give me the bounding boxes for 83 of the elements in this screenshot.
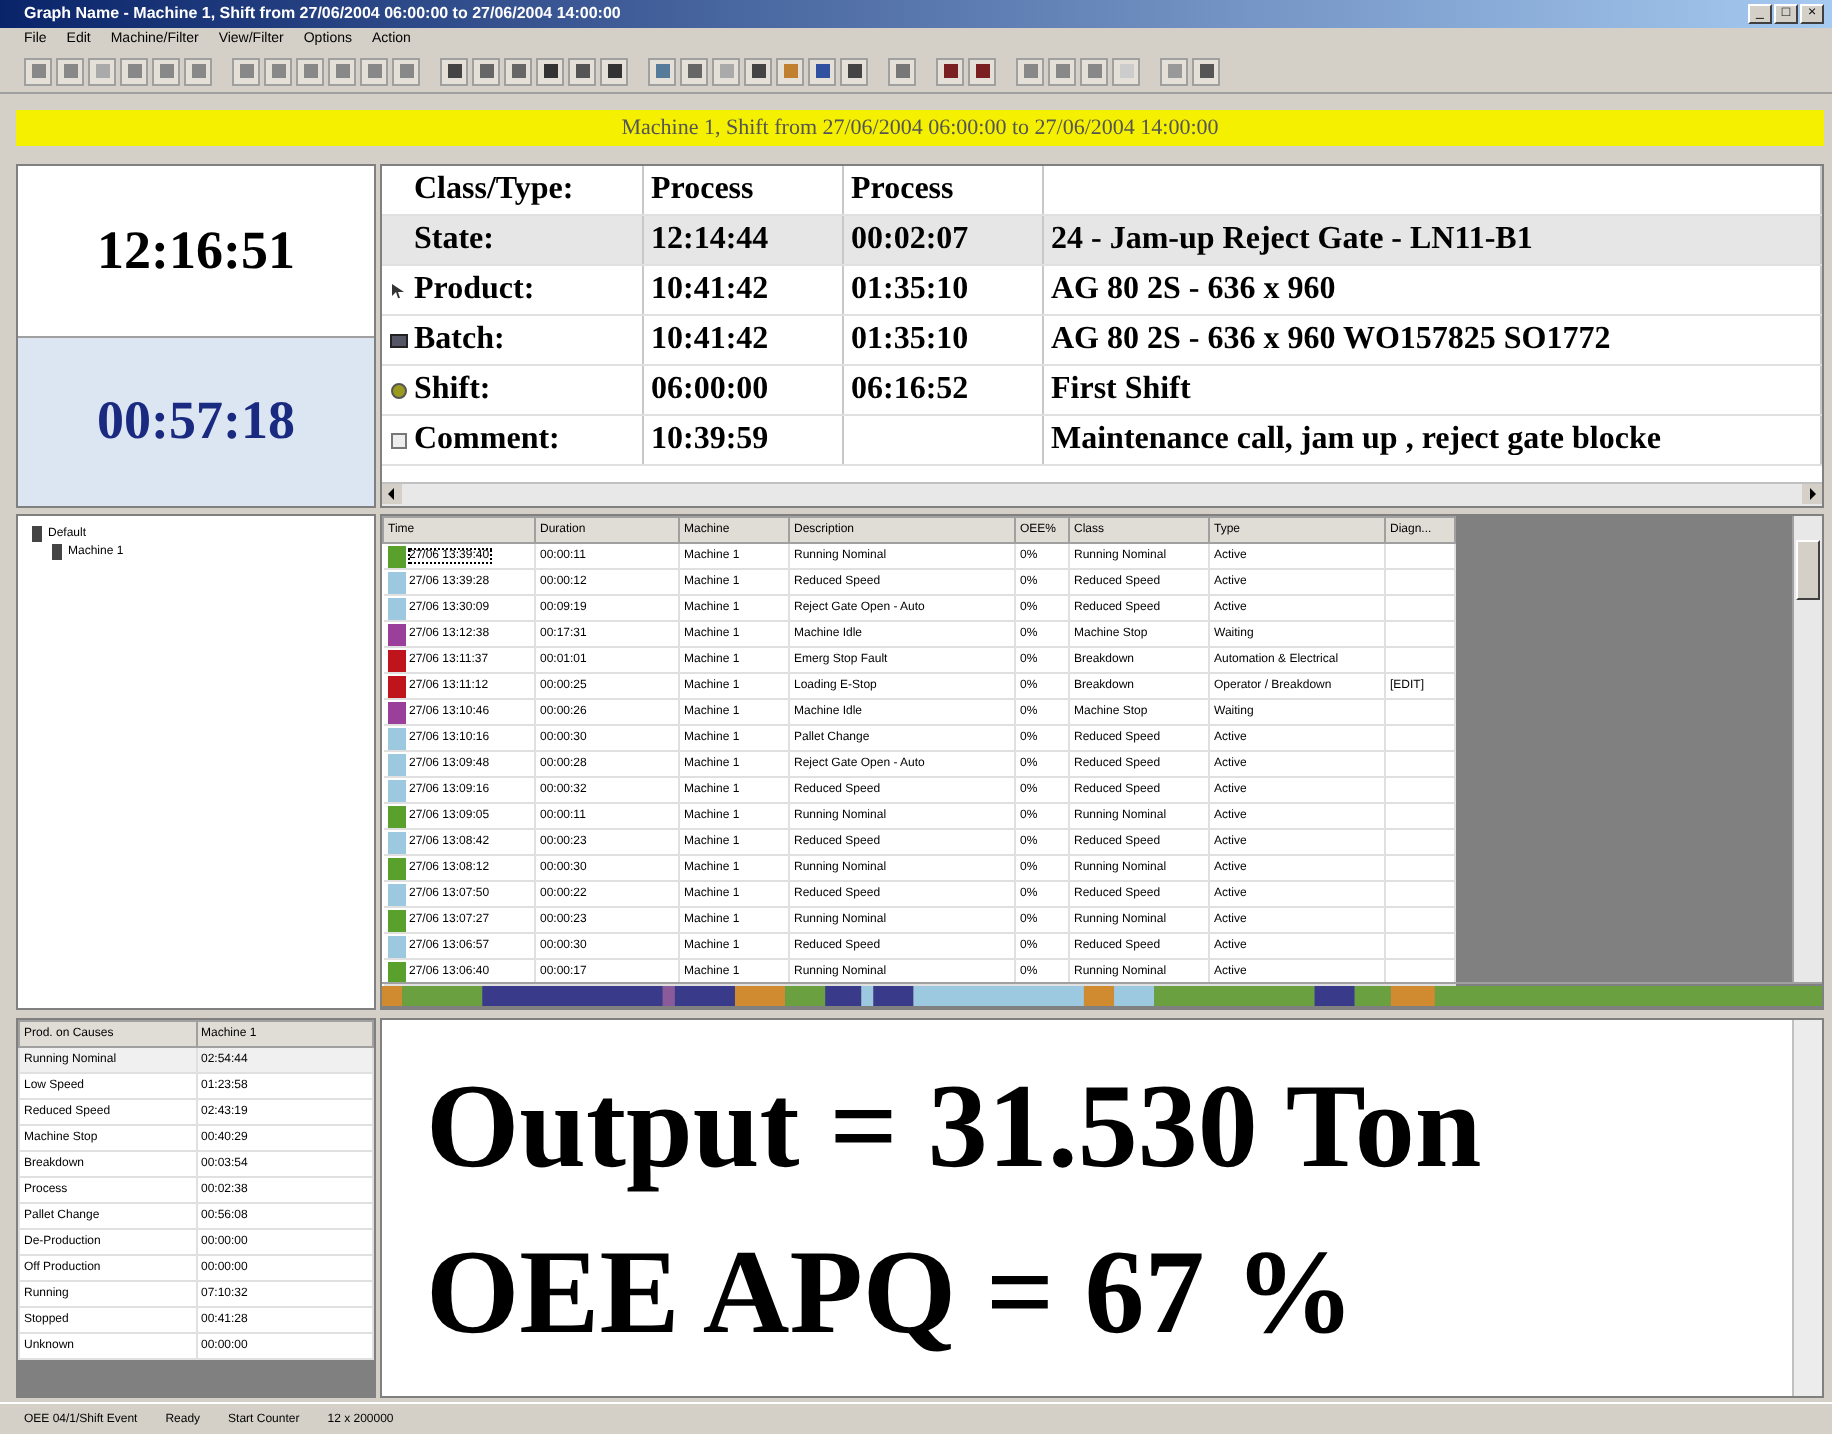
square-icon [93, 62, 111, 81]
table-cell: 24 - Jam-up Reject Gate - LN11-B1 [1051, 222, 1533, 257]
square-icon [973, 62, 991, 81]
toolbar-button[interactable] [1192, 57, 1220, 86]
column-header: Process [851, 172, 954, 207]
toolbar-button[interactable] [472, 57, 500, 86]
shift-title: Machine 1, Shift from 27/06/2004 06:00:00 to 27/06/2004 14:00:00 [621, 116, 1219, 141]
table-cell: 06:00:00 [651, 372, 769, 407]
table-cell: 12:14:44 [651, 222, 769, 257]
scroll-left-icon[interactable] [382, 484, 402, 505]
table-cell: 01:35:10 [851, 322, 969, 357]
toolbar-button[interactable] [808, 57, 836, 86]
square-icon [781, 62, 799, 81]
square-icon [365, 62, 383, 81]
toolbar-button[interactable] [568, 57, 596, 86]
square-icon [509, 62, 527, 81]
table-cell: 10:41:42 [651, 272, 769, 307]
toolbar-button[interactable] [536, 57, 564, 86]
toolbar-button[interactable] [440, 57, 468, 86]
window-title: Graph Name - Machine 1, Shift from 27/06/2004 06:00:00 to 27/06/2004 14:00:00 [24, 4, 623, 23]
circle-icon [390, 381, 408, 400]
square-icon [541, 62, 559, 81]
row-label: Comment: [414, 422, 560, 459]
square-icon [29, 62, 47, 81]
square-icon [685, 62, 703, 81]
square-icon [717, 62, 735, 81]
square-icon [941, 62, 959, 81]
table-cell: 00:02:07 [851, 222, 969, 257]
table-cell: AG 80 2S - 636 x 960 WO157825 SO1772 [1051, 322, 1611, 357]
square-icon [573, 62, 591, 81]
square-icon [653, 62, 671, 81]
clock-time: 12:16:51 [97, 219, 295, 282]
square-icon [333, 62, 351, 81]
square-icon [749, 62, 767, 81]
row-label: Batch: [414, 322, 505, 359]
output-reading: OEE APQ = 67 % [426, 1225, 1355, 1357]
square-icon [845, 62, 863, 81]
square-icon [61, 62, 79, 81]
toolbar-button[interactable] [744, 57, 772, 86]
table-cell: 10:41:42 [651, 322, 769, 357]
square-icon [813, 62, 831, 81]
square-icon [477, 62, 495, 81]
row-label: Shift: [414, 372, 491, 409]
square-icon [1085, 62, 1103, 81]
vertical-scrollbar[interactable] [1792, 516, 1822, 983]
square-icon [1165, 62, 1183, 81]
table-cell: AG 80 2S - 636 x 960 [1051, 272, 1336, 307]
row-label: State: [414, 222, 494, 259]
table-cell: 10:39:59 [651, 422, 769, 457]
square-icon [301, 62, 319, 81]
toolbar-button[interactable] [504, 57, 532, 86]
table-cell: Maintenance call, jam up , reject gate blocke [1051, 422, 1661, 457]
square-icon [125, 62, 143, 81]
column-header: Process [651, 172, 754, 207]
vertical-scrollbar[interactable] [1792, 1020, 1822, 1397]
box-icon [390, 331, 408, 350]
square-icon [893, 62, 911, 81]
square-icon [1053, 62, 1071, 81]
row-label: Product: [414, 272, 535, 309]
toolbar-button[interactable] [936, 57, 964, 86]
scroll-right-icon[interactable] [1802, 484, 1822, 505]
table-cell: First Shift [1051, 372, 1191, 407]
square-icon [157, 62, 175, 81]
square-icon [397, 62, 415, 81]
toolbar-button[interactable] [968, 57, 996, 86]
square-icon [1117, 62, 1135, 81]
square-icon [269, 62, 287, 81]
pointer-icon [390, 281, 408, 300]
output-reading: Output = 31.530 Ton [426, 1059, 1482, 1192]
table-cell: 01:35:10 [851, 272, 969, 307]
column-header: Class/Type: [414, 172, 574, 209]
note-icon [390, 431, 408, 450]
square-icon [1021, 62, 1039, 81]
square-icon [189, 62, 207, 81]
square-icon [445, 62, 463, 81]
toolbar-button[interactable] [840, 57, 868, 86]
elapsed-time: 00:57:18 [97, 390, 295, 453]
toolbar-button[interactable] [680, 57, 708, 86]
toolbar-button[interactable] [600, 57, 628, 86]
square-icon [605, 62, 623, 81]
square-icon [1197, 62, 1215, 81]
table-cell: 06:16:52 [851, 372, 969, 407]
square-icon [237, 62, 255, 81]
